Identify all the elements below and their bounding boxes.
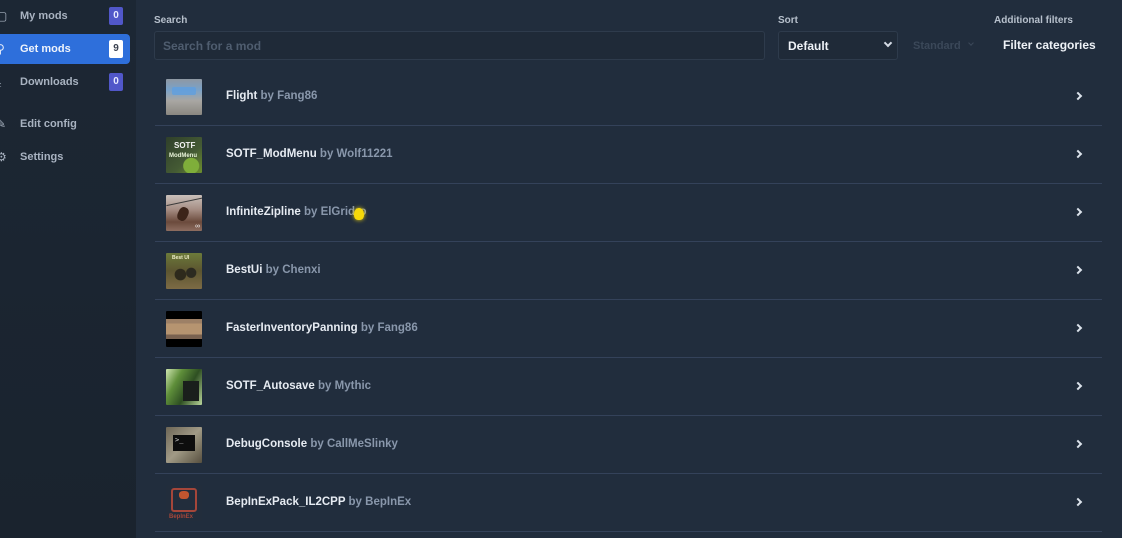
mod-row-sotf-modmenu[interactable]: SOTF ModMenu SOTF_ModMenu by Wolf11221 [155, 126, 1102, 184]
mod-author: by CallMeSlinky [310, 438, 398, 450]
sidebar: ▢ My mods 0 ⚲ Get mods 9 ⤓ Downloads 0 ✎… [0, 0, 136, 538]
mod-thumbnail: ∞ [166, 195, 202, 231]
filter-categories-button[interactable]: Filter categories [1003, 38, 1096, 52]
chevron-down-icon [968, 40, 974, 46]
mod-row-bepinexpack-il2cpp[interactable]: BepInEx BepInExPack_IL2CPP by BepInEx [155, 474, 1102, 532]
mod-name: SOTF_Autosave [226, 380, 315, 392]
mod-name: BestUi [226, 264, 263, 276]
mod-author: by Wolf11221 [319, 148, 393, 160]
chevron-right-icon [1073, 497, 1083, 507]
terminal-icon: >_ [173, 435, 195, 451]
mod-thumbnail [166, 79, 202, 115]
mod-name: SOTF_ModMenu [226, 148, 317, 160]
mod-thumbnail: BepInEx [166, 485, 202, 521]
chevron-right-icon [1073, 439, 1083, 449]
mod-thumbnail [166, 369, 202, 405]
mod-thumbnail: Best UI [166, 253, 202, 289]
sidebar-item-get-mods[interactable]: ⚲ Get mods 9 [0, 34, 130, 64]
gear-icon: ⚙ [0, 150, 7, 164]
additional-filters-label: Additional filters [994, 15, 1073, 26]
mod-author: by Mythic [318, 380, 372, 392]
search-input[interactable] [154, 31, 765, 60]
mod-name: BepInExPack_IL2CPP [226, 496, 346, 508]
mod-thumbnail: SOTF ModMenu [166, 137, 202, 173]
sidebar-item-my-mods[interactable]: ▢ My mods 0 [0, 1, 130, 31]
count-badge: 0 [109, 73, 123, 91]
mod-thumbnail: >_ [166, 427, 202, 463]
mod-list: Flight by Fang86 SOTF ModMenu SOTF_ModMe… [155, 68, 1102, 532]
chevron-right-icon [1073, 381, 1083, 391]
sort-label: Sort [778, 15, 798, 26]
mod-thumbnail [166, 311, 202, 347]
mod-name: Flight [226, 90, 258, 102]
chevron-right-icon [1073, 149, 1083, 159]
download-icon: ⤓ [0, 75, 8, 89]
sort-order-select: Standard [905, 31, 985, 60]
sidebar-item-settings[interactable]: ⚙ Settings [0, 142, 130, 172]
file-edit-icon: ✎ [0, 117, 7, 131]
mod-author: by Fang86 [260, 90, 318, 102]
mod-row-sotf-autosave[interactable]: SOTF_Autosave by Mythic [155, 358, 1102, 416]
mod-name: DebugConsole [226, 438, 308, 450]
mod-name: InfiniteZipline [226, 206, 301, 218]
mouse-cursor-icon [354, 208, 364, 220]
mod-author: by Chenxi [265, 264, 321, 276]
search-icon: ⚲ [0, 42, 5, 56]
mod-author: by Fang86 [360, 322, 418, 334]
sort-select[interactable]: Default [778, 31, 898, 60]
chevron-right-icon [1073, 265, 1083, 275]
sidebar-item-downloads[interactable]: ⤓ Downloads 0 [0, 67, 130, 97]
count-badge: 0 [109, 7, 123, 25]
box-icon: ▢ [0, 9, 8, 23]
mod-row-flight[interactable]: Flight by Fang86 [155, 68, 1102, 126]
mod-author: by BepInEx [348, 496, 412, 508]
chevron-down-icon [883, 38, 893, 48]
mod-row-bestui[interactable]: Best UI BestUi by Chenxi [155, 242, 1102, 300]
chevron-right-icon [1073, 207, 1083, 217]
chevron-right-icon [1073, 323, 1083, 333]
mod-name: FasterInventoryPanning [226, 322, 358, 334]
mod-row-faster-inventory-panning[interactable]: FasterInventoryPanning by Fang86 [155, 300, 1102, 358]
chevron-right-icon [1073, 91, 1083, 101]
search-label: Search [154, 15, 188, 26]
count-badge: 9 [109, 40, 123, 58]
sidebar-item-edit-config[interactable]: ✎ Edit config [0, 109, 130, 139]
mod-row-debug-console[interactable]: >_ DebugConsole by CallMeSlinky [155, 416, 1102, 474]
mod-row-infinite-zipline[interactable]: ∞ InfiniteZipline by ElGridro [155, 184, 1102, 242]
